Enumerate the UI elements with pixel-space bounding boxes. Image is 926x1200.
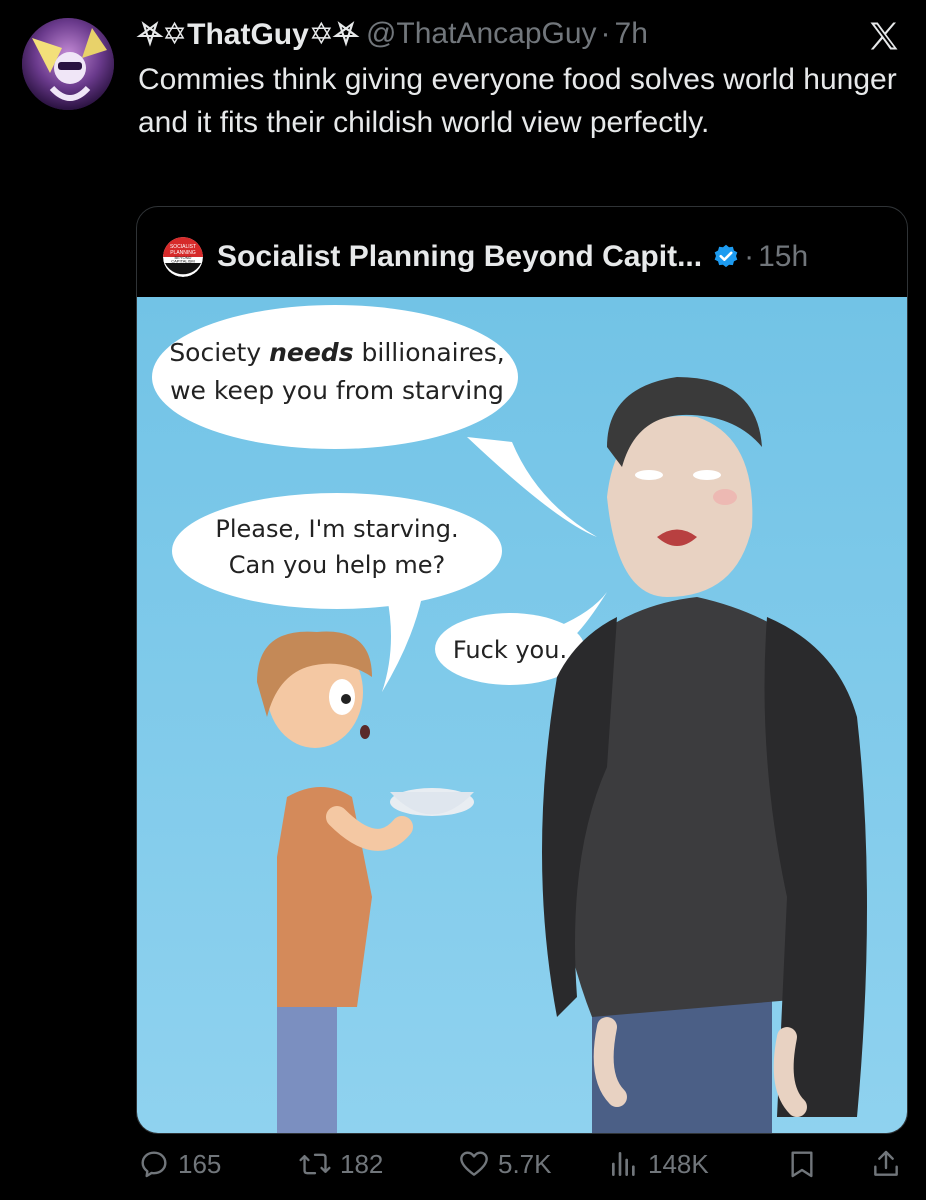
bubble-billionaire-emph: needs [269, 338, 354, 367]
retweet-count: 182 [340, 1148, 384, 1179]
author-avatar[interactable] [22, 18, 114, 110]
separator-dot: · [744, 240, 755, 273]
retweet-icon [299, 1153, 331, 1175]
bubble-billionaire-post: billionaires, [354, 338, 505, 367]
reply-count: 165 [178, 1148, 222, 1179]
share-icon [874, 1150, 898, 1176]
bookmark-icon [791, 1151, 813, 1178]
quoted-tweet-card[interactable]: SOCIALIST PLANNING BEYOND CAPITALISM Soc… [136, 206, 908, 1134]
bookmark-button[interactable] [786, 1148, 826, 1180]
quoted-author-avatar[interactable]: SOCIALIST PLANNING BEYOND CAPITALISM [163, 237, 203, 277]
like-button[interactable]: 5.7K [458, 1148, 552, 1180]
quoted-tweet-time[interactable]: 15h [758, 240, 808, 274]
heart-icon [460, 1151, 488, 1176]
bubble-billionaire-line2: we keep you from starving [170, 376, 504, 405]
separator-dot: · [600, 17, 611, 50]
views-button[interactable]: 148K [608, 1148, 709, 1180]
tweet-time[interactable]: 7h [615, 17, 648, 51]
comic-image[interactable]: Society needs billionaires, we keep you … [137, 297, 907, 1133]
author-handle[interactable]: @ThatAncapGuy [366, 17, 597, 51]
author-display-name[interactable]: ⛧✡ThatGuy✡⛧ [138, 17, 358, 52]
tweet-text: Commies think giving everyone food solve… [138, 63, 897, 139]
quoted-tweet-header: SOCIALIST PLANNING BEYOND CAPITALISM Soc… [163, 235, 808, 279]
like-count: 5.7K [498, 1148, 552, 1179]
tweet-header: ⛧✡ThatGuy✡⛧ @ThatAncapGuy · 7h [138, 16, 906, 52]
reply-button[interactable]: 165 [138, 1148, 221, 1180]
x-logo-icon[interactable] [866, 18, 902, 54]
bubble-reply-text: Fuck you. [453, 636, 567, 664]
verified-badge-icon [714, 244, 738, 268]
bubble-child-line2: Can you help me? [229, 551, 445, 579]
svg-text:Society needs billionaires,: Society needs billionaires, [169, 338, 504, 367]
share-button[interactable] [870, 1148, 910, 1180]
views-icon [612, 1152, 635, 1176]
quoted-avatar-text-4: CAPITALISM [171, 259, 195, 264]
quoted-author-name[interactable]: Socialist Planning Beyond Capit... [217, 240, 702, 274]
tweet-action-bar: 165 182 5.7K 148K [138, 1148, 908, 1188]
retweet-button[interactable]: 182 [298, 1148, 383, 1180]
bubble-billionaire-pre: Society [169, 338, 269, 367]
reply-icon [141, 1151, 167, 1178]
bubble-child-line1: Please, I'm starving. [215, 515, 458, 543]
views-count: 148K [648, 1148, 709, 1179]
